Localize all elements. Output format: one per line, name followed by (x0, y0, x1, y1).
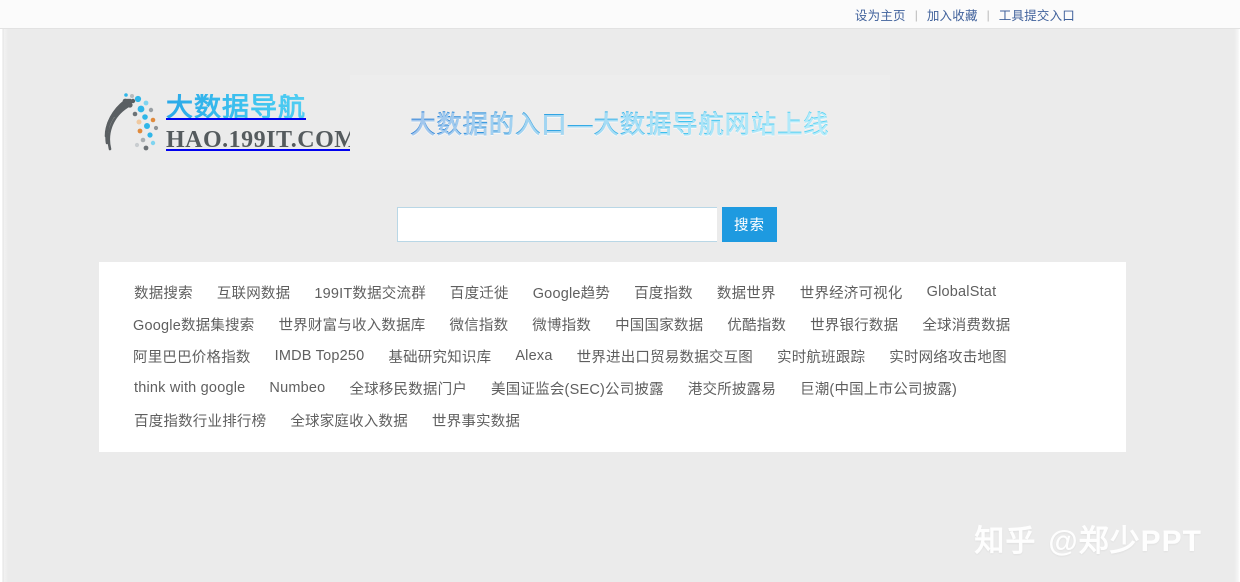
link-google-dataset-search[interactable]: Google数据集搜索 (133, 314, 254, 335)
top-utility-bar: 设为主页 | 加入收藏 | 工具提交入口 (0, 0, 1240, 29)
topbar-separator-1: | (915, 8, 918, 22)
link-globalstat[interactable]: GlobalStat (927, 284, 997, 300)
link-world-factbook[interactable]: 世界事实数据 (432, 410, 520, 431)
dandelion-data-icon (96, 89, 162, 157)
link-youku-index[interactable]: 优酷指数 (727, 314, 786, 335)
link-world-economy-viz[interactable]: 世界经济可视化 (800, 282, 903, 303)
search-bar: 搜索 (397, 207, 777, 242)
quick-links-panel: 数据搜索 互联网数据 199IT数据交流群 百度迁徙 Google趋势 百度指数… (99, 262, 1126, 452)
site-header: 大数据导航 HAO.199IT.COM 大数据的入口—大数据导航网站上线 (0, 30, 1240, 195)
link-baidu-index[interactable]: 百度指数 (634, 282, 693, 303)
link-weibo-index[interactable]: 微博指数 (532, 314, 591, 335)
page-root: 设为主页 | 加入收藏 | 工具提交入口 (0, 0, 1240, 582)
site-logo[interactable]: 大数据导航 HAO.199IT.COM (96, 82, 336, 164)
link-data-world[interactable]: 数据世界 (717, 282, 776, 303)
link-hulianwangshuju[interactable]: 互联网数据 (217, 282, 291, 303)
link-sec-edgar[interactable]: 美国证监会(SEC)公司披露 (491, 378, 664, 399)
link-think-with-google[interactable]: think with google (134, 380, 245, 396)
logo-domain: HAO.199IT.COM (166, 128, 357, 152)
zhihu-watermark: 知乎 @郑少PPT (974, 516, 1202, 560)
topbar-separator-2: | (987, 8, 990, 22)
link-world-trade-map[interactable]: 世界进出口贸易数据交互图 (577, 346, 753, 367)
watermark-handle: @郑少PPT (1048, 516, 1202, 560)
link-google-trends[interactable]: Google趋势 (533, 282, 610, 303)
link-global-consumption-data[interactable]: 全球消费数据 (922, 314, 1010, 335)
link-realtime-flight-tracking[interactable]: 实时航班跟踪 (777, 346, 865, 367)
links-row-1: 数据搜索 互联网数据 199IT数据交流群 百度迁徙 Google趋势 百度指数… (121, 276, 1104, 308)
top-utility-links: 设为主页 | 加入收藏 | 工具提交入口 (855, 0, 1075, 29)
link-199it-group[interactable]: 199IT数据交流群 (314, 282, 426, 303)
promo-banner-text: 大数据的入口—大数据导航网站上线 (410, 105, 829, 141)
promo-banner: 大数据的入口—大数据导航网站上线 (350, 75, 890, 170)
links-row-3: 阿里巴巴价格指数 IMDB Top250 基础研究知识库 Alexa 世界进出口… (121, 340, 1104, 372)
link-baidu-index-industry-rank[interactable]: 百度指数行业排行榜 (134, 410, 266, 431)
logo-text-block: 大数据导航 HAO.199IT.COM (166, 94, 357, 152)
link-cninfo-disclosure[interactable]: 巨潮(中国上市公司披露) (800, 378, 957, 399)
link-imdb-top250[interactable]: IMDB Top250 (275, 348, 365, 364)
link-alibaba-price-index[interactable]: 阿里巴巴价格指数 (133, 346, 251, 367)
set-homepage-link[interactable]: 设为主页 (855, 5, 906, 24)
search-button[interactable]: 搜索 (722, 207, 777, 242)
link-hkex-disclosure[interactable]: 港交所披露易 (688, 378, 776, 399)
logo-title: 大数据导航 (166, 94, 357, 121)
link-global-migration-portal[interactable]: 全球移民数据门户 (349, 378, 467, 399)
tool-submit-link[interactable]: 工具提交入口 (999, 5, 1075, 24)
link-world-wealth-income-db[interactable]: 世界财富与收入数据库 (278, 314, 425, 335)
link-shujusousuo[interactable]: 数据搜索 (134, 282, 193, 303)
search-input[interactable] (397, 207, 717, 242)
link-wechat-index[interactable]: 微信指数 (449, 314, 508, 335)
links-row-2: Google数据集搜索 世界财富与收入数据库 微信指数 微博指数 中国国家数据 … (121, 308, 1104, 340)
link-world-bank-data[interactable]: 世界银行数据 (810, 314, 898, 335)
links-row-5: 百度指数行业排行榜 全球家庭收入数据 世界事实数据 (121, 404, 1104, 436)
links-row-4: think with google Numbeo 全球移民数据门户 美国证监会(… (121, 372, 1104, 404)
add-favorite-link[interactable]: 加入收藏 (927, 5, 978, 24)
link-basic-research-kb[interactable]: 基础研究知识库 (388, 346, 491, 367)
link-realtime-cyberattack-map[interactable]: 实时网络攻击地图 (889, 346, 1007, 367)
link-global-household-income[interactable]: 全球家庭收入数据 (290, 410, 408, 431)
link-alexa[interactable]: Alexa (515, 348, 552, 364)
link-china-national-data[interactable]: 中国国家数据 (615, 314, 703, 335)
link-baidu-qianxi[interactable]: 百度迁徙 (450, 282, 509, 303)
watermark-site: 知乎 (974, 516, 1036, 560)
link-numbeo[interactable]: Numbeo (269, 380, 325, 396)
